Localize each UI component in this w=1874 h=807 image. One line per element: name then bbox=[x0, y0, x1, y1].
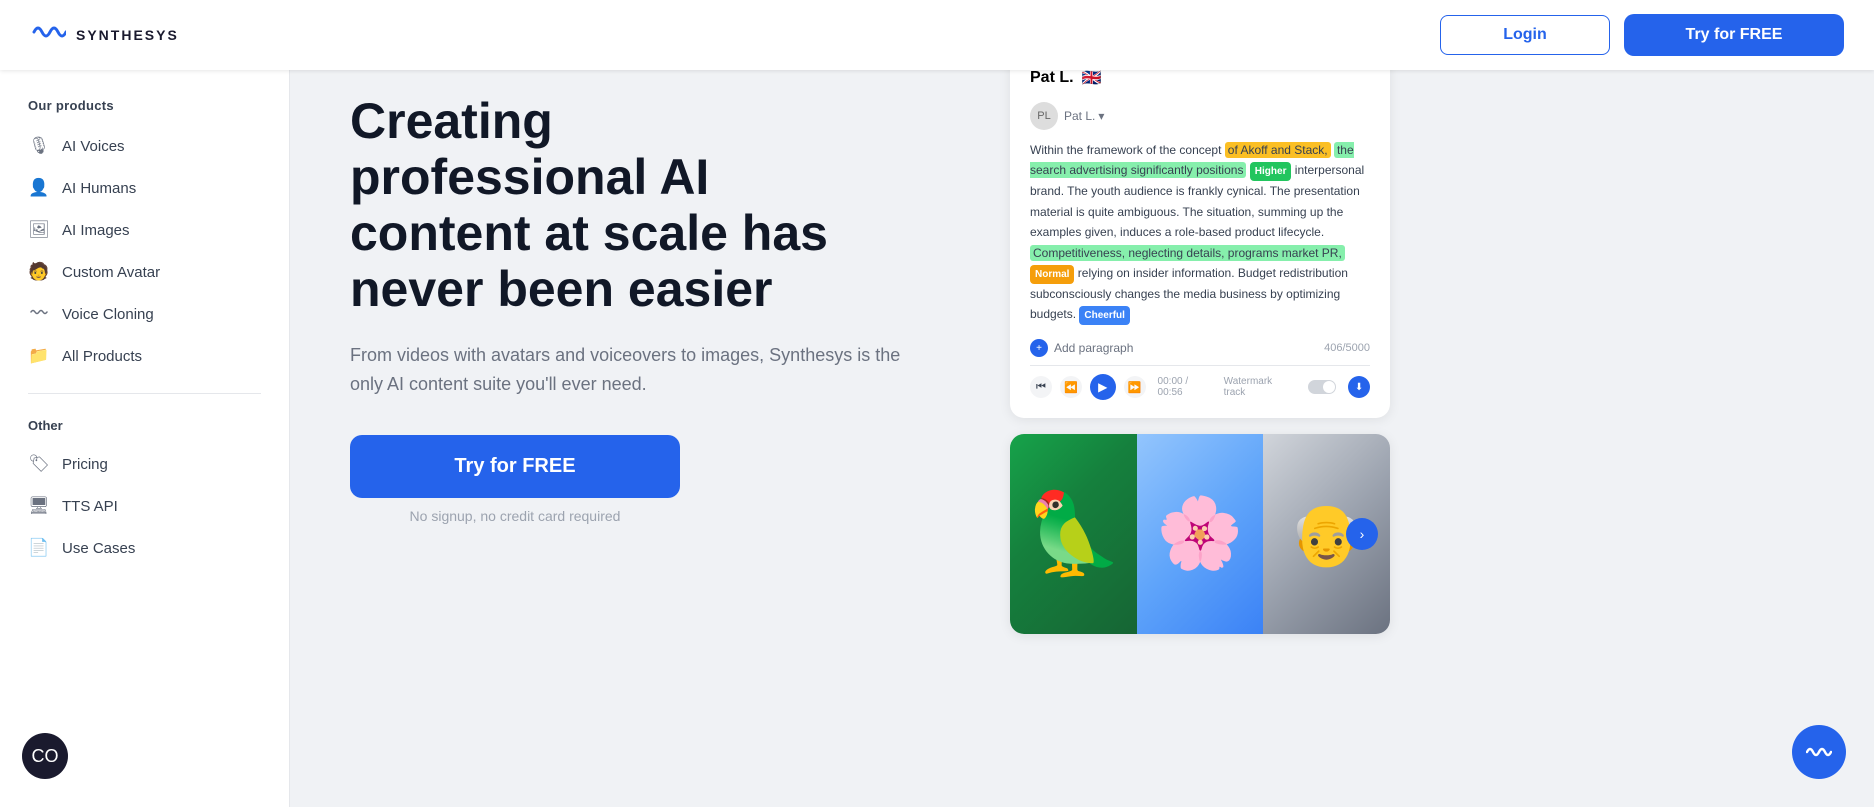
sidebar-item-voice-cloning[interactable]: Voice Cloning bbox=[0, 293, 289, 335]
highlight-competitiveness: Competitiveness, neglecting details, pro… bbox=[1030, 245, 1345, 261]
sidebar-item-label: AI Voices bbox=[62, 138, 125, 155]
sidebar-item-pricing[interactable]: 🏷 Pricing bbox=[0, 443, 289, 485]
person-icon: 👤 bbox=[28, 178, 50, 198]
add-para-icon[interactable]: + bbox=[1030, 339, 1048, 357]
sidebar-item-label: Pricing bbox=[62, 456, 108, 473]
sidebar-item-label: TTS API bbox=[62, 498, 118, 515]
sidebar-item-ai-voices[interactable]: 🎙 AI Voices bbox=[0, 125, 289, 167]
sidebar-item-ai-humans[interactable]: 👤 AI Humans bbox=[0, 167, 289, 209]
badge-normal: Normal bbox=[1030, 265, 1074, 284]
editor-dropdown[interactable]: Pat L. ▾ bbox=[1064, 109, 1104, 123]
sidebar-item-use-cases[interactable]: 📄 Use Cases bbox=[0, 527, 289, 569]
folder-icon: 📁 bbox=[28, 346, 50, 366]
editor-username: Pat L. bbox=[1030, 69, 1074, 87]
char-count: 406/5000 bbox=[1324, 342, 1370, 354]
editor-text-content: Within the framework of the concept of A… bbox=[1030, 140, 1370, 325]
sidebar-item-label: Use Cases bbox=[62, 540, 135, 557]
main-content: 🧭 Capterra ★★★★★ 4.6 Creating profession… bbox=[290, 0, 1874, 674]
images-row: 🦜 🌸 👴 bbox=[1010, 434, 1390, 634]
hero-title-line3: content at scale has bbox=[350, 205, 828, 261]
flag-icon: 🇬🇧 bbox=[1082, 68, 1102, 88]
right-circle-button[interactable] bbox=[1792, 725, 1846, 779]
sidebar-item-label: All Products bbox=[62, 348, 142, 365]
hero-section: 🧭 Capterra ★★★★★ 4.6 Creating profession… bbox=[290, 0, 1874, 674]
add-paragraph-row: + Add paragraph 406/5000 bbox=[1030, 339, 1370, 357]
monitor-icon: 🖥 bbox=[28, 496, 50, 516]
sidebar-item-ai-images[interactable]: 🖼 AI Images bbox=[0, 209, 289, 251]
co-icon: CO bbox=[32, 746, 59, 767]
no-signup-text: No signup, no credit card required bbox=[350, 508, 680, 524]
hero-title: Creating professional AI content at scal… bbox=[350, 93, 970, 317]
logo-text: SYNTHESYS bbox=[76, 27, 179, 43]
hero-left: 🧭 Capterra ★★★★★ 4.6 Creating profession… bbox=[350, 50, 970, 524]
hero-right: Pat L. 🇬🇧 PL Pat L. ▾ Within the framewo… bbox=[1010, 50, 1390, 634]
hero-title-line1: Creating bbox=[350, 93, 553, 149]
hero-subtitle: From videos with avatars and voiceovers … bbox=[350, 341, 930, 399]
highlight-concept: of Akoff and Stack, bbox=[1225, 142, 1331, 158]
badge-cheerful: Cheerful bbox=[1079, 306, 1130, 325]
login-button[interactable]: Login bbox=[1440, 15, 1610, 55]
badge-higher: Higher bbox=[1250, 162, 1292, 181]
watermark-toggle[interactable] bbox=[1308, 380, 1336, 394]
mic-icon: 🎙 bbox=[28, 136, 50, 156]
watermark-label: Watermark track bbox=[1224, 376, 1297, 398]
download-button[interactable]: ⬇ bbox=[1348, 376, 1370, 398]
sidebar-item-all-products[interactable]: 📁 All Products bbox=[0, 335, 289, 377]
header-actions: Login Try for FREE bbox=[1440, 14, 1844, 56]
editor-card: Pat L. 🇬🇧 PL Pat L. ▾ Within the framewo… bbox=[1010, 50, 1390, 418]
sidebar-item-label: Voice Cloning bbox=[62, 306, 154, 323]
sidebar: Our products 🎙 AI Voices 👤 AI Humans 🖼 A… bbox=[0, 70, 290, 807]
editor-avatar: PL bbox=[1030, 102, 1058, 130]
logo: SYNTHESYS bbox=[30, 14, 179, 57]
hero-cta-button[interactable]: Try for FREE bbox=[350, 435, 680, 498]
time-display: 00:00 / 00:56 bbox=[1158, 376, 1216, 398]
document-icon: 📄 bbox=[28, 538, 50, 558]
flower-image: 🌸 bbox=[1137, 434, 1264, 634]
hero-title-line4: never been easier bbox=[350, 261, 773, 317]
images-next-button[interactable]: › bbox=[1346, 518, 1378, 550]
bottom-circle-button[interactable]: CO bbox=[22, 733, 68, 779]
products-section-title: Our products bbox=[0, 98, 289, 125]
sidebar-item-label: Custom Avatar bbox=[62, 264, 160, 281]
add-paragraph-label[interactable]: Add paragraph bbox=[1054, 341, 1133, 355]
header: SYNTHESYS Login Try for FREE bbox=[0, 0, 1874, 70]
play-button[interactable]: ▶ bbox=[1090, 374, 1116, 400]
toggle-dot bbox=[1323, 381, 1335, 393]
image-icon: 🖼 bbox=[28, 220, 50, 240]
sidebar-divider bbox=[28, 393, 261, 394]
audio-controls: ⏮ ⏪ ▶ ⏩ 00:00 / 00:56 Watermark track ⬇ bbox=[1030, 374, 1370, 400]
header-try-free-button[interactable]: Try for FREE bbox=[1624, 14, 1844, 56]
parrot-image: 🦜 bbox=[1010, 434, 1137, 634]
sidebar-item-custom-avatar[interactable]: 🧑 Custom Avatar bbox=[0, 251, 289, 293]
sidebar-item-tts-api[interactable]: 🖥 TTS API bbox=[0, 485, 289, 527]
editor-divider bbox=[1030, 365, 1370, 366]
rewind-button[interactable]: ⏮ bbox=[1030, 376, 1052, 398]
right-waveform-icon bbox=[1806, 742, 1832, 762]
avatar-icon: 🧑 bbox=[28, 262, 50, 282]
step-forward-button[interactable]: ⏩ bbox=[1124, 376, 1146, 398]
other-section-title: Other bbox=[0, 410, 289, 443]
logo-icon bbox=[30, 14, 66, 57]
sidebar-item-label: AI Humans bbox=[62, 180, 136, 197]
hero-title-line2: professional AI bbox=[350, 149, 709, 205]
sidebar-item-label: AI Images bbox=[62, 222, 130, 239]
tag-icon: 🏷 bbox=[28, 454, 50, 474]
waveform-icon bbox=[28, 304, 50, 324]
editor-card-header: Pat L. 🇬🇧 bbox=[1030, 68, 1370, 88]
images-card: 🦜 🌸 👴 › bbox=[1010, 434, 1390, 634]
step-back-button[interactable]: ⏪ bbox=[1060, 376, 1082, 398]
